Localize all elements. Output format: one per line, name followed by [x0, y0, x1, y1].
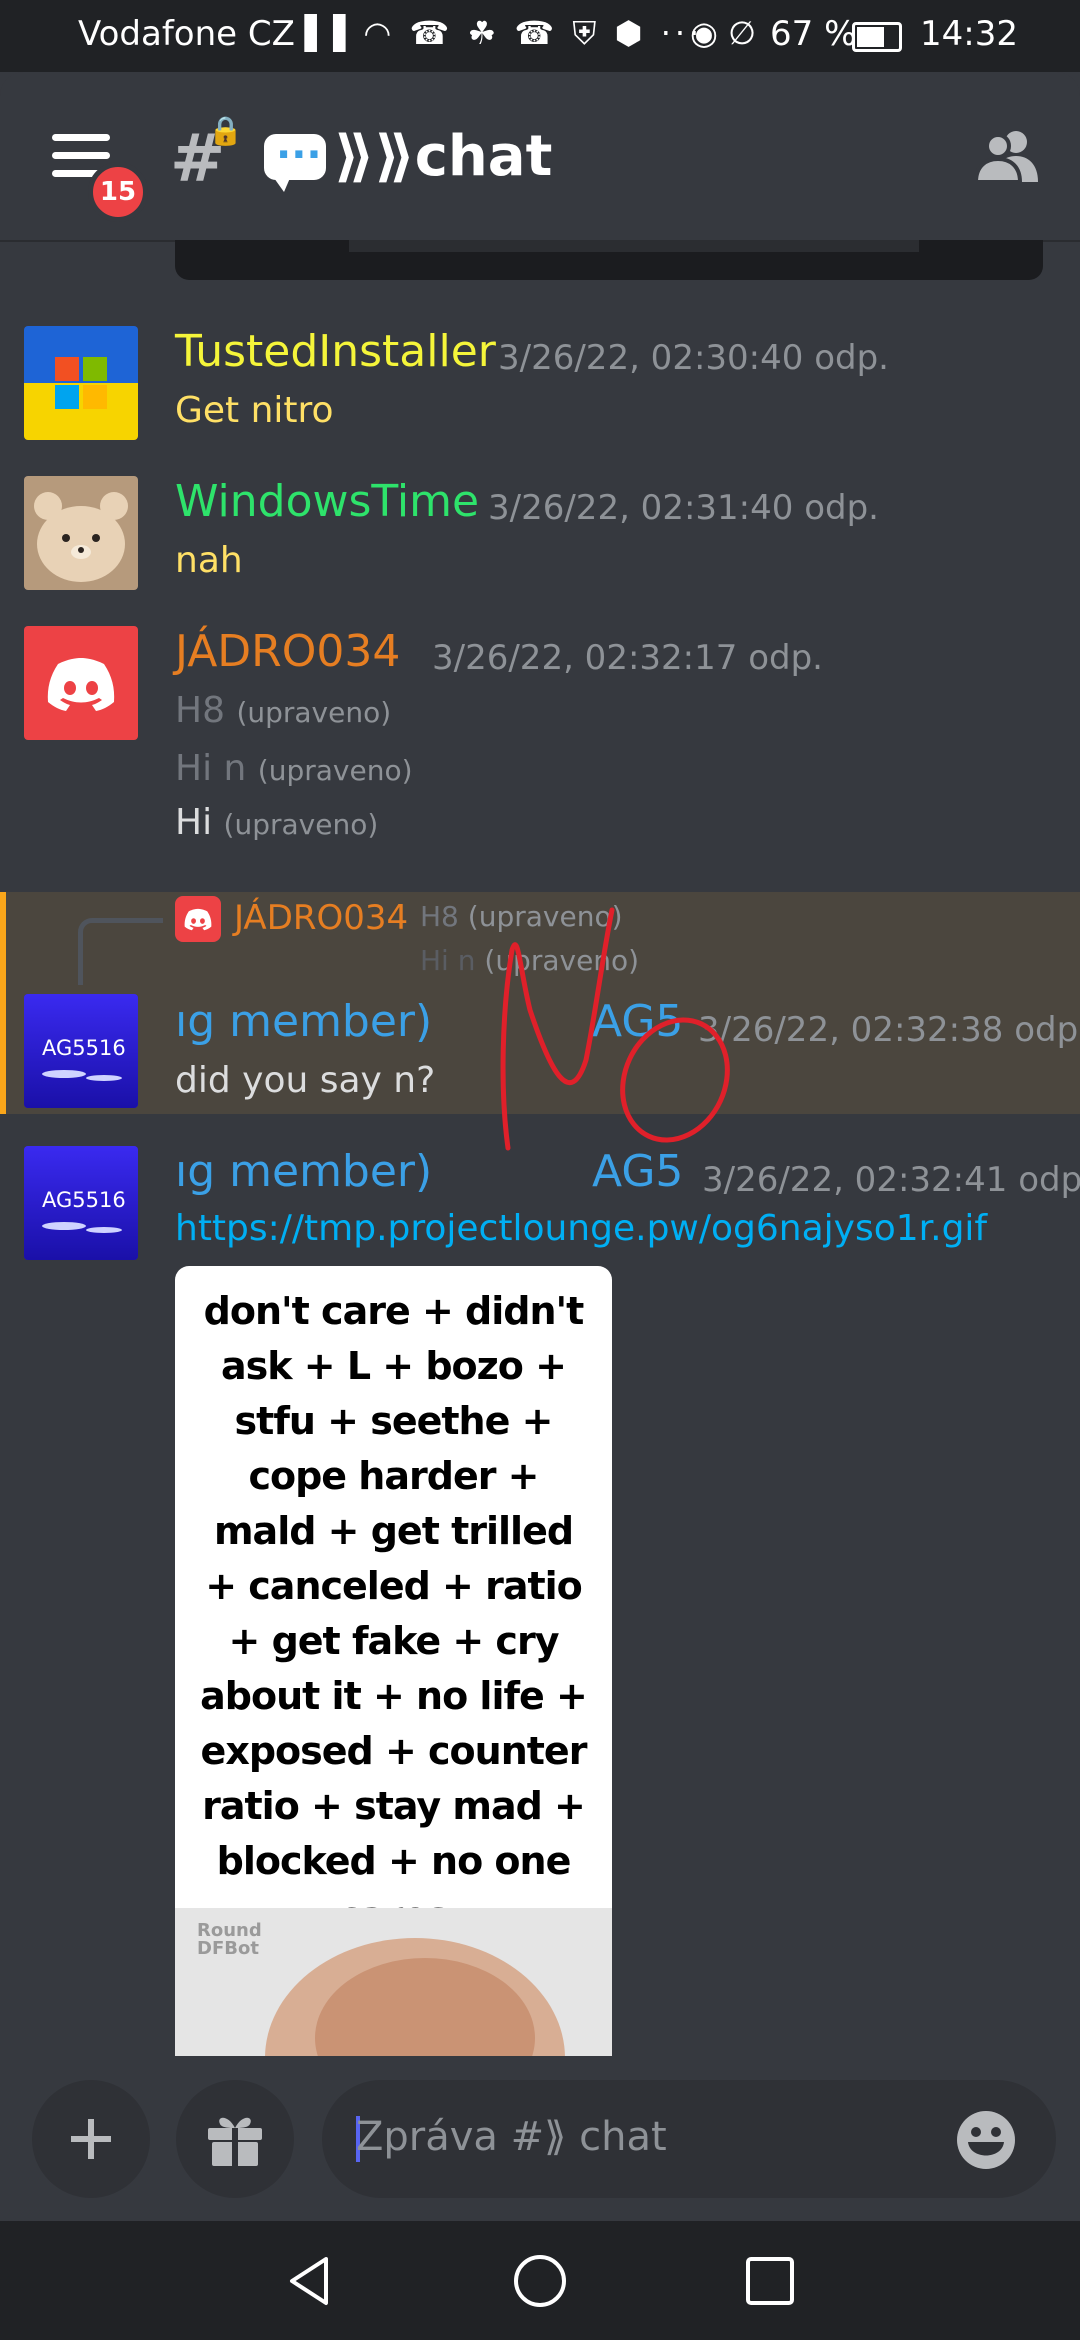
username[interactable]: JÁDRO034: [175, 626, 400, 677]
timestamp: 3/26/22, 02:30:40 odp.: [498, 338, 889, 378]
battery-percent: 67 %: [770, 14, 857, 54]
reply-username[interactable]: JÁDRO034: [234, 898, 408, 938]
username[interactable]: WindowsTime: [175, 476, 479, 527]
avatar[interactable]: [24, 626, 138, 740]
avatar[interactable]: AG5516: [24, 1146, 138, 1260]
username[interactable]: ıg member): [175, 996, 432, 1047]
timestamp: 3/26/22, 02:32:17 odp.: [432, 638, 823, 678]
avatar[interactable]: [24, 326, 138, 440]
members-icon[interactable]: [976, 128, 1038, 184]
message-text: nah: [175, 540, 243, 581]
reply-preview-2: Hi n (upraveno): [420, 944, 640, 977]
message-text: did you say n?: [175, 1060, 436, 1101]
gif-image-area: Round DFBot: [175, 1908, 612, 2056]
message-input[interactable]: Zpráva #⟫ chat: [322, 2080, 1056, 2198]
gift-icon: [208, 2117, 262, 2166]
gift-button[interactable]: [176, 2080, 294, 2198]
message-composer: Zpráva #⟫ chat: [0, 2056, 1080, 2221]
channel-title[interactable]: ⟫⟫chat: [264, 122, 553, 192]
username[interactable]: ıg member): [175, 1146, 432, 1197]
embed-remnant: [175, 240, 1043, 280]
clock: 14:32: [920, 14, 1018, 54]
timestamp: 3/26/22, 02:31:40 odp.: [488, 488, 879, 528]
carrier-label: Vodafone CZ: [78, 14, 295, 54]
speech-bubble-icon: [264, 122, 326, 192]
channel-header: 15 #🔒 ⟫⟫chat: [0, 72, 1080, 240]
channel-title-text: ⟫⟫chat: [334, 124, 553, 189]
message-text: H8 (upraveno): [175, 690, 392, 731]
avatar-label: AG5516: [42, 1036, 126, 1060]
message-input-placeholder: Zpráva #⟫ chat: [356, 2114, 667, 2160]
avatar[interactable]: [24, 476, 138, 590]
battery-icon: [852, 22, 902, 52]
notification-badge: 15: [88, 162, 148, 222]
reply-preview[interactable]: H8 (upraveno): [420, 900, 623, 933]
status-right-icons: ◉ ∅: [690, 14, 756, 52]
reply-avatar[interactable]: [175, 896, 221, 942]
timestamp: 3/26/22, 02:32:38 odp.: [698, 1010, 1080, 1050]
message-text: Hi n (upraveno): [175, 748, 413, 789]
gif-watermark: Round DFBot: [197, 1920, 262, 1959]
username[interactable]: TustedInstaller: [175, 326, 496, 377]
message-link[interactable]: https://tmp.projectlounge.pw/og6najyso1r…: [175, 1208, 987, 1249]
reply-connector: [78, 918, 163, 985]
message-text: Get nitro: [175, 390, 334, 431]
discord-logo-icon: [184, 908, 212, 931]
add-attachment-button[interactable]: [32, 2080, 150, 2198]
status-bar: Vodafone CZ ▐▐ ◠ ☎ ☘ ☎ ⛨ ⬢ ··· ◉ ∅ 67 % …: [0, 0, 1080, 72]
home-icon[interactable]: [510, 2251, 570, 2311]
emoji-icon[interactable]: [956, 2110, 1016, 2170]
gif-embed[interactable]: don't care + didn't ask + L + bozo + stf…: [175, 1266, 612, 2056]
discord-logo-icon: [47, 658, 115, 711]
signal-icons: ▐▐ ◠ ☎ ☘ ☎ ⛨ ⬢ ···: [292, 14, 704, 52]
timestamp: 3/26/22, 02:32:41 odp.: [702, 1160, 1080, 1200]
avatar-label: AG5516: [42, 1188, 126, 1212]
plus-icon: [71, 2119, 111, 2159]
username-tail[interactable]: AG5: [592, 1146, 683, 1197]
hashtag-lock-icon: # 🔒: [170, 114, 243, 197]
message-text: Hi (upraveno): [175, 802, 379, 843]
recents-icon[interactable]: [740, 2251, 800, 2311]
back-icon[interactable]: [280, 2251, 340, 2311]
system-nav-bar: [0, 2221, 1080, 2340]
avatar[interactable]: AG5516: [24, 994, 138, 1108]
username-tail[interactable]: AG5: [592, 996, 683, 1047]
gif-caption: don't care + didn't ask + L + bozo + stf…: [200, 1289, 588, 1938]
